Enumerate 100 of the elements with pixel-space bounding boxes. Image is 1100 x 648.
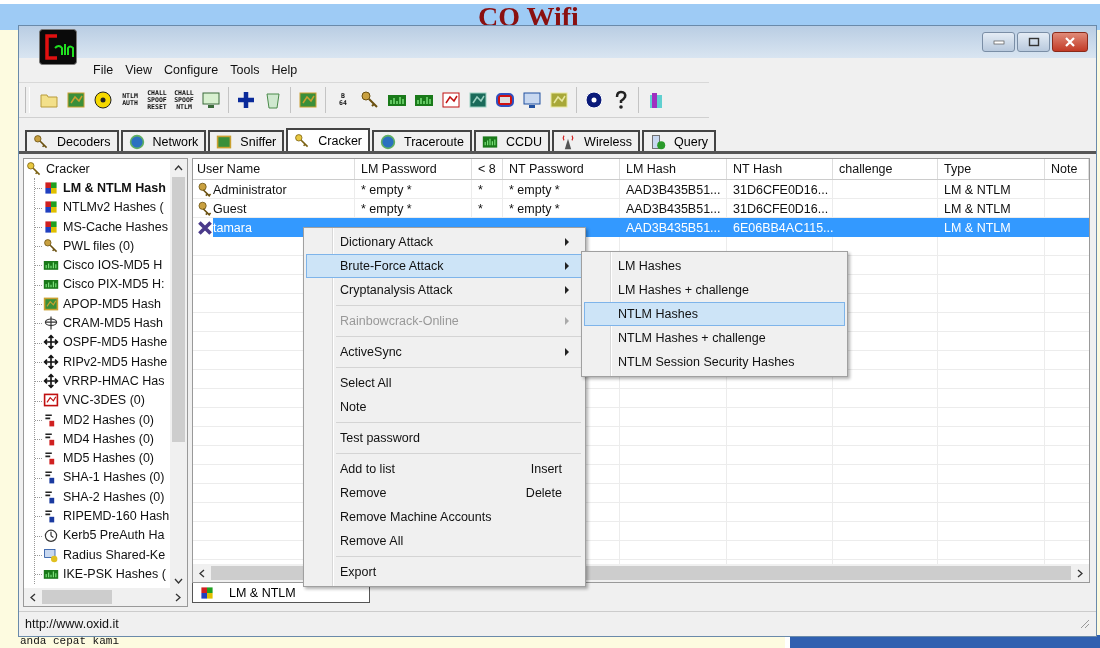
scroll-right-icon <box>175 592 181 602</box>
column-header[interactable]: < 8 <box>472 159 503 179</box>
tree-item[interactable]: CRAM-MD5 Hash <box>35 313 170 333</box>
column-header[interactable]: LM Hash <box>620 159 727 179</box>
tree-item[interactable]: Kerb5 PreAuth Ha <box>35 525 170 545</box>
table-row[interactable]: Administrator * empty * * * empty * AAD3B435B51... 31D6CFE0D16... LM & NTLM <box>193 180 1089 199</box>
scroll-left-icon <box>199 568 205 578</box>
page-text: anda cepat kami <box>20 635 120 647</box>
menu-item[interactable]: Configure <box>160 61 223 79</box>
plug-icon <box>43 315 59 331</box>
menu-item[interactable]: Cryptanalysis Attack <box>306 278 583 302</box>
table-cell: * empty * <box>509 182 560 197</box>
arrows-icon <box>43 353 59 370</box>
tab[interactable]: Traceroute <box>372 130 472 151</box>
column-header[interactable]: LM Password <box>355 159 472 179</box>
menu-item[interactable]: Tools <box>226 61 264 79</box>
menu-item[interactable]: Remove Delete <box>306 481 583 505</box>
tree-item[interactable]: OSPF-MD5 Hashe <box>35 332 170 352</box>
menu-item[interactable]: Note <box>306 395 583 419</box>
menu-item[interactable]: ActiveSync <box>306 340 583 364</box>
tree-item[interactable]: RIPEMD-160 Hash <box>35 506 170 526</box>
tree-item[interactable]: IKE-PSK Hashes ( <box>35 564 170 584</box>
menu-item[interactable]: Export <box>306 560 583 584</box>
tree-item[interactable]: NTLMv2 Hashes ( <box>35 197 170 217</box>
column-header[interactable]: Type <box>938 159 1045 179</box>
menu-item[interactable]: NTLM Hashes <box>584 302 845 326</box>
table-cell: 6E06BB4AC115... <box>733 220 833 235</box>
tree-item[interactable]: VNC-3DES (0) <box>35 390 170 410</box>
tab[interactable]: Network <box>120 130 207 151</box>
flag-icon <box>43 179 59 196</box>
table-cell: * <box>478 201 483 216</box>
computer-icon <box>43 546 59 563</box>
menu-item[interactable]: NTLM Session Security Hashes <box>584 350 845 374</box>
tab[interactable]: Wireless <box>552 130 641 151</box>
computer-icon <box>522 90 542 110</box>
tree-item[interactable]: SHA-1 Hashes (0) <box>35 467 170 488</box>
tree-item[interactable]: PWL files (0) <box>35 236 170 256</box>
menu-item[interactable]: NTLM Hashes + challenge <box>584 326 845 350</box>
column-header[interactable]: Note <box>1045 159 1089 179</box>
info-icon <box>584 90 604 110</box>
menu-item[interactable]: View <box>121 61 157 79</box>
column-header[interactable]: NT Hash <box>727 159 833 179</box>
close-button[interactable] <box>1052 32 1088 52</box>
clock-icon <box>43 527 59 544</box>
tab[interactable]: Query <box>642 130 717 151</box>
menu-item[interactable]: Help <box>267 61 302 79</box>
table-cell: * empty * <box>361 182 412 197</box>
chart-icon <box>441 90 461 110</box>
tree-item[interactable]: LM & NTLM Hash <box>35 178 170 198</box>
menu-item[interactable]: LM Hashes + challenge <box>584 278 845 302</box>
scroll-up-icon <box>174 165 183 171</box>
app-logo-icon <box>39 29 77 65</box>
table-cell: * empty * <box>361 201 412 216</box>
radiation-icon <box>93 90 113 110</box>
tab[interactable]: Cracker <box>286 128 370 151</box>
meter-icon <box>482 133 498 150</box>
column-header[interactable]: User Name <box>193 159 355 179</box>
maximize-button[interactable] <box>1017 32 1050 52</box>
tab[interactable]: CCDU <box>474 130 551 151</box>
tree-item[interactable]: SHA-2 Hashes (0) <box>35 487 170 507</box>
tree-item[interactable]: VRRP-HMAC Has <box>35 371 170 391</box>
table-cell: Administrator <box>213 182 287 197</box>
tree-item[interactable]: MD5 Hashes (0) <box>35 448 170 468</box>
tree-item[interactable]: RIPv2-MD5 Hashe <box>35 351 170 372</box>
tree-item[interactable]: MD4 Hashes (0) <box>35 429 170 449</box>
tab[interactable]: LM & NTLM <box>192 583 370 603</box>
tree-item[interactable]: APOP-MD5 Hash <box>35 294 170 314</box>
close-icon <box>1064 37 1076 47</box>
menu-item[interactable]: Brute-Force Attack <box>306 254 583 278</box>
arrows-icon <box>43 372 59 389</box>
minimize-icon <box>992 39 1005 45</box>
column-header[interactable]: NT Password <box>503 159 620 179</box>
table-cell: LM & NTLM <box>944 182 1011 197</box>
tree-item[interactable]: Cisco IOS-MD5 H <box>35 255 170 275</box>
tree-item[interactable]: Cracker <box>24 159 170 179</box>
vertical-scrollbar[interactable] <box>170 159 187 588</box>
menu-item[interactable]: Test password <box>306 426 583 450</box>
tree-item[interactable]: Cisco PIX-MD5 H: <box>35 274 170 295</box>
tree-item[interactable]: MS-Cache Hashes <box>35 216 170 237</box>
menu-item[interactable]: LM Hashes <box>584 254 845 278</box>
menu-item[interactable]: Add to list Insert <box>306 457 583 481</box>
tree-item[interactable]: MD2 Hashes (0) <box>35 409 170 430</box>
tree-item[interactable]: Radius Shared-Ke <box>35 544 170 565</box>
globe-icon <box>380 133 396 150</box>
menu-item[interactable]: Select All <box>306 371 583 395</box>
scroll-right-icon <box>1077 568 1083 578</box>
tab[interactable]: Sniffer <box>208 130 285 151</box>
table-cell: AAD3B435B51... <box>626 201 721 216</box>
table-row[interactable]: Guest * empty * * * empty * AAD3B435B51... 31D6CFE0D16... LM & NTLM <box>193 199 1089 218</box>
table-cell: LM & NTLM <box>944 220 1011 235</box>
arrows-icon <box>43 334 59 351</box>
menu-item[interactable]: File <box>89 61 118 79</box>
menu-item[interactable]: Remove All <box>306 529 583 553</box>
column-header[interactable]: challenge <box>833 159 938 179</box>
tab[interactable]: Decoders <box>25 130 119 151</box>
horizontal-scrollbar[interactable] <box>24 588 187 606</box>
plus-icon <box>236 90 256 110</box>
table-cell: 31D6CFE0D16... <box>733 182 829 197</box>
table-cell: AAD3B435B51... <box>626 220 721 235</box>
menu-item[interactable]: Remove Machine Accounts <box>306 505 583 529</box>
